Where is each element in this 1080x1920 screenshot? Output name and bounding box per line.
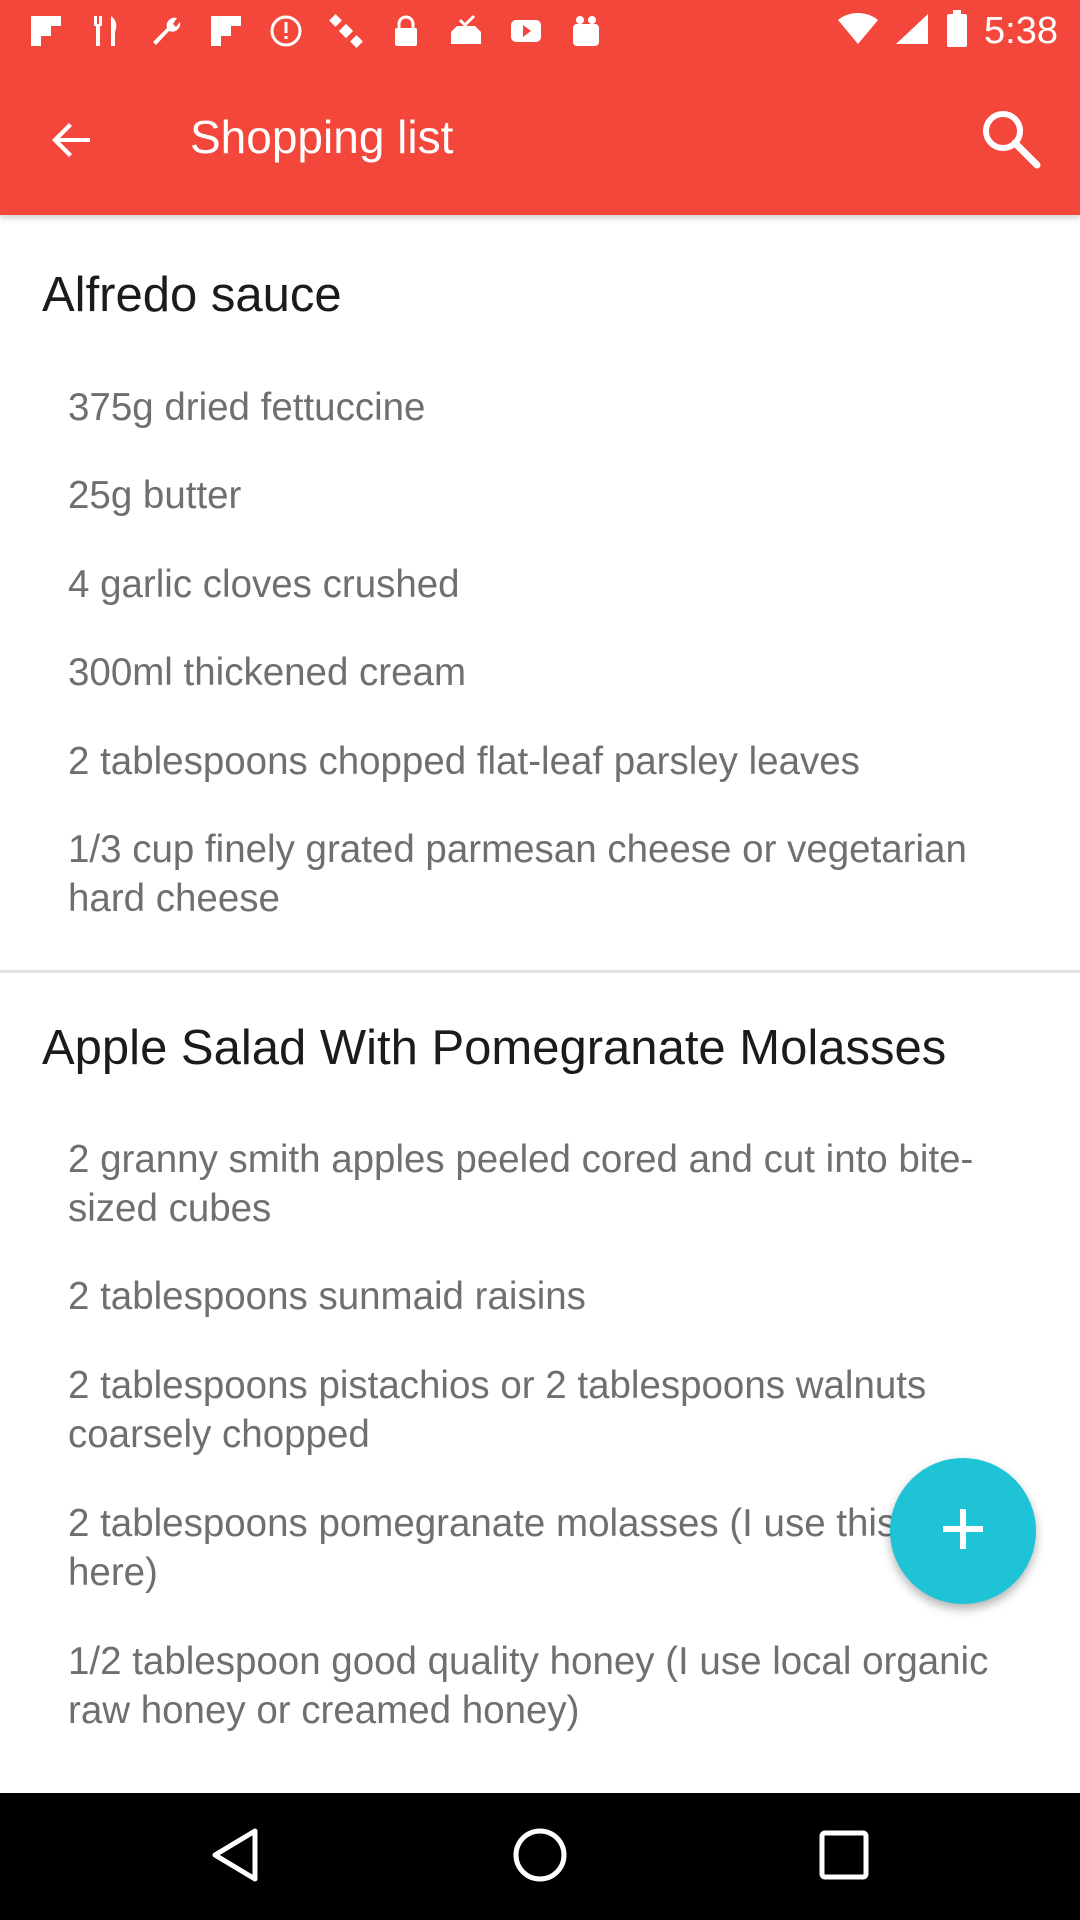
restaurant-icon <box>86 11 126 51</box>
satellite-icon <box>326 11 366 51</box>
flipboard-icon <box>206 11 246 51</box>
flipboard-icon <box>26 11 66 51</box>
search-icon <box>979 107 1041 174</box>
back-button[interactable] <box>32 102 112 182</box>
nav-home-button[interactable] <box>504 1821 576 1893</box>
plus-icon <box>941 1507 985 1556</box>
clock: 5:38 <box>984 9 1058 52</box>
list-item[interactable]: 1/3 cup finely grated parmesan cheese or… <box>68 825 1028 923</box>
list-item[interactable]: 2 tablespoons pistachios or 2 tablespoon… <box>68 1361 1028 1459</box>
inbox-check-icon <box>446 11 486 51</box>
page-title: Shopping list <box>190 111 454 163</box>
back-triangle-icon <box>211 1827 261 1888</box>
list-item[interactable]: 2 granny smith apples peeled cored and c… <box>68 1135 1028 1233</box>
nav-back-button[interactable] <box>200 1821 272 1893</box>
notification-icons <box>26 10 606 52</box>
list-item[interactable]: 2 tablespoons sunmaid raisins <box>68 1272 1028 1321</box>
list-item[interactable]: 375g dried fettuccine <box>68 383 1028 432</box>
status-bar: 5:38 <box>0 0 1080 62</box>
battery-icon <box>946 9 968 53</box>
recipe-title: Apple Salad With Pomegranate Molasses <box>42 1021 947 1075</box>
lock-icon <box>386 11 426 51</box>
wifi-icon <box>838 12 879 51</box>
gift-icon <box>566 11 606 51</box>
cellular-signal-icon <box>894 12 930 51</box>
arrow-back-icon <box>50 118 94 167</box>
list-item[interactable]: 1/2 tablespoon good quality honey (I use… <box>68 1637 1028 1735</box>
system-nav-bar <box>0 1793 1080 1920</box>
add-item-button[interactable] <box>890 1458 1036 1604</box>
alert-icon <box>266 11 306 51</box>
list-item[interactable]: 300ml thickened cream <box>68 648 1028 697</box>
status-right: 5:38 <box>838 8 1058 54</box>
list-item[interactable]: 4 garlic cloves crushed <box>68 560 1028 609</box>
list-item[interactable]: 2 tablespoons pomegranate molasses (I us… <box>68 1499 1028 1597</box>
app-bar: Shopping list <box>0 62 1080 215</box>
section-divider <box>0 970 1080 973</box>
home-circle-icon <box>512 1827 568 1888</box>
recents-square-icon <box>819 1830 869 1885</box>
list-item[interactable]: 2 tablespoons chopped flat-leaf parsley … <box>68 737 1028 786</box>
list-item[interactable]: 25g butter <box>68 471 1028 520</box>
youtube-icon <box>506 11 546 51</box>
nav-recents-button[interactable] <box>808 1821 880 1893</box>
wrench-icon <box>146 11 186 51</box>
search-button[interactable] <box>968 98 1052 182</box>
recipe-title: Alfredo sauce <box>42 268 342 322</box>
